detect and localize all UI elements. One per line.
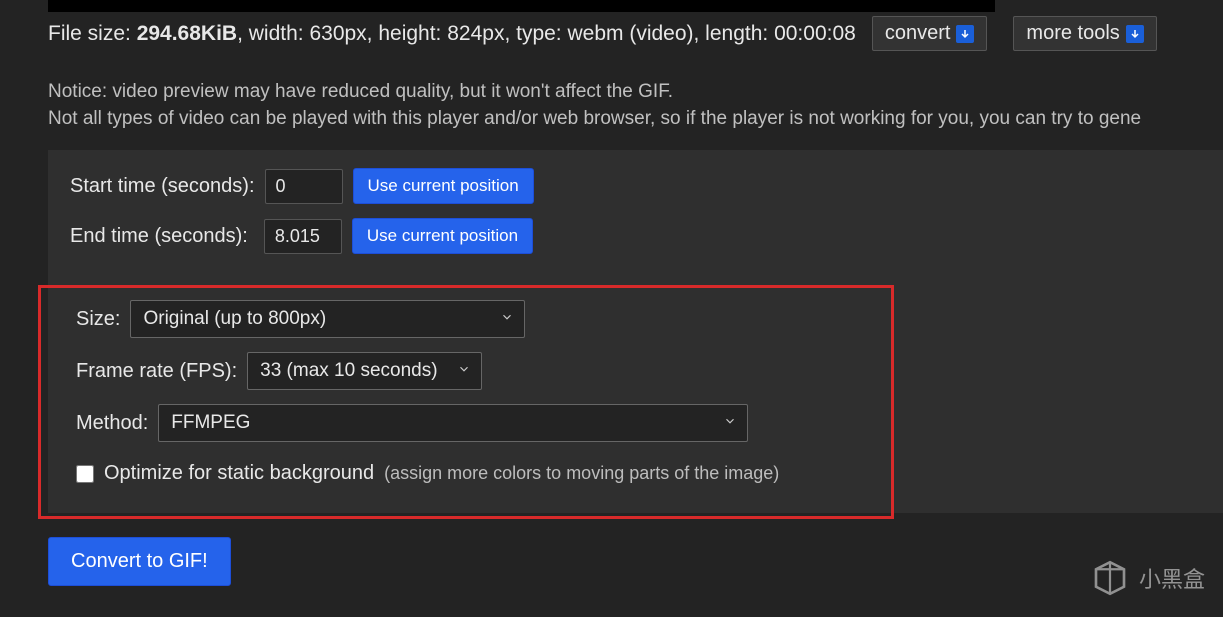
- optimize-row: Optimize for static background (assign m…: [76, 462, 1201, 485]
- convert-button[interactable]: convert: [872, 16, 988, 51]
- notice-text: Notice: video preview may have reduced q…: [48, 79, 1223, 132]
- video-preview-bottom: [48, 0, 995, 12]
- end-time-row: End time (seconds): Use current position: [70, 218, 1201, 254]
- file-info-text: File size: 294.68KiB, width: 630px, heig…: [48, 22, 856, 46]
- file-size-prefix: File size:: [48, 22, 137, 45]
- start-time-label: Start time (seconds):: [70, 175, 255, 198]
- optimize-checkbox[interactable]: [76, 465, 94, 483]
- end-time-label: End time (seconds):: [70, 225, 248, 248]
- fps-select[interactable]: 33 (max 10 seconds): [247, 352, 482, 390]
- use-current-end-button[interactable]: Use current position: [352, 218, 533, 254]
- chevron-down-icon: [500, 308, 514, 330]
- optimize-label: Optimize for static background: [104, 462, 374, 485]
- use-current-start-button[interactable]: Use current position: [353, 168, 534, 204]
- size-row: Size: Original (up to 800px): [76, 300, 1201, 338]
- options-panel: Size: Original (up to 800px) Frame rate …: [48, 276, 1223, 513]
- watermark: 小黑盒: [1089, 557, 1205, 599]
- chevron-down-icon: [723, 412, 737, 434]
- notice-line2: Not all types of video can be played wit…: [48, 106, 1223, 133]
- optimize-hint: (assign more colors to moving parts of t…: [384, 463, 779, 484]
- notice-line1: Notice: video preview may have reduced q…: [48, 79, 1223, 106]
- size-select-value: Original (up to 800px): [143, 308, 326, 329]
- fps-select-value: 33 (max 10 seconds): [260, 360, 437, 381]
- size-label: Size:: [76, 308, 120, 331]
- more-tools-label: more tools: [1026, 22, 1119, 45]
- chevron-down-icon: [457, 360, 471, 382]
- method-row: Method: FFMPEG: [76, 404, 1201, 442]
- watermark-text: 小黑盒: [1139, 562, 1205, 594]
- time-panel: Start time (seconds): Use current positi…: [48, 150, 1223, 276]
- start-time-row: Start time (seconds): Use current positi…: [70, 168, 1201, 204]
- fps-row: Frame rate (FPS): 33 (max 10 seconds): [76, 352, 1201, 390]
- download-icon: [956, 25, 974, 43]
- file-info-rest: , width: 630px, height: 824px, type: web…: [237, 22, 856, 45]
- convert-label: convert: [885, 22, 951, 45]
- convert-to-gif-button[interactable]: Convert to GIF!: [48, 537, 231, 586]
- method-select-value: FFMPEG: [171, 412, 250, 433]
- fps-label: Frame rate (FPS):: [76, 360, 237, 383]
- method-select[interactable]: FFMPEG: [158, 404, 748, 442]
- file-info-row: File size: 294.68KiB, width: 630px, heig…: [48, 16, 1223, 51]
- end-time-input[interactable]: [264, 219, 342, 254]
- download-icon: [1126, 25, 1144, 43]
- watermark-logo-icon: [1089, 557, 1131, 599]
- start-time-input[interactable]: [265, 169, 343, 204]
- method-label: Method:: [76, 412, 148, 435]
- more-tools-button[interactable]: more tools: [1013, 16, 1156, 51]
- size-select[interactable]: Original (up to 800px): [130, 300, 525, 338]
- file-size-value: 294.68KiB: [137, 22, 237, 45]
